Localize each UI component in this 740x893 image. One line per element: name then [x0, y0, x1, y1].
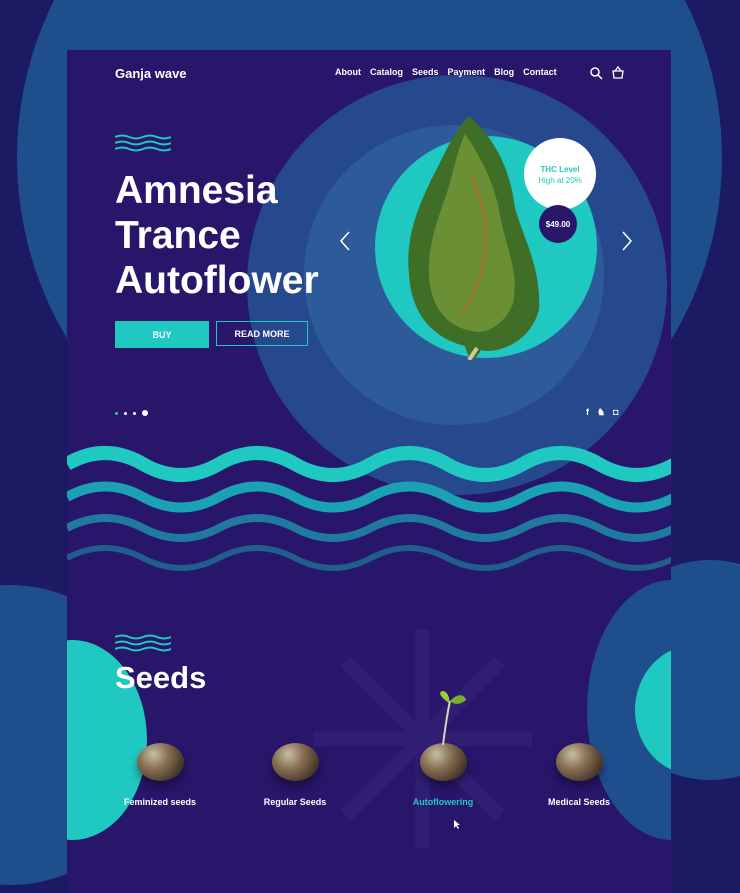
slide-dot-4[interactable]: [142, 410, 148, 416]
seed-image: [419, 743, 467, 781]
landing-page-card: ✳ ✳ THC Level High at 20% $49.00 Ganja w…: [67, 50, 671, 893]
buy-button[interactable]: BUY: [115, 321, 209, 348]
seeds-wave-icon: [115, 634, 171, 652]
wave-icon: [115, 134, 171, 152]
nav-blog[interactable]: Blog: [494, 67, 514, 77]
nav-payment[interactable]: Payment: [448, 67, 486, 77]
nav-about[interactable]: About: [335, 67, 361, 77]
slider-pagination: [115, 410, 148, 416]
seed-category-medical[interactable]: Medical Seeds: [519, 743, 639, 807]
search-icon[interactable]: [589, 66, 603, 80]
leaf-silhouette-lower: ✳: [297, 570, 549, 893]
seed-image: [136, 743, 184, 781]
main-navigation: About Catalog Seeds Payment Blog Contact: [335, 67, 557, 77]
twitter-icon[interactable]: ♞: [597, 407, 605, 418]
seed-label: Regular Seeds: [263, 797, 327, 807]
slide-dot-2[interactable]: [124, 411, 127, 415]
price-badge: $49.00: [539, 205, 577, 243]
seeds-title: Seeds: [115, 660, 207, 695]
hero-title: Amnesia Trance Autoflower: [115, 169, 319, 302]
thc-level-badge: THC Level High at 20%: [524, 138, 596, 210]
brand-logo[interactable]: Ganja wave: [115, 66, 187, 81]
seed-label: Feminized seeds: [123, 797, 197, 807]
thc-value: High at 20%: [538, 176, 582, 185]
slide-dot-1[interactable]: [115, 411, 118, 415]
seed-image: [271, 743, 319, 781]
next-arrow-icon[interactable]: [621, 231, 633, 251]
thc-title: THC Level: [540, 165, 580, 174]
nav-contact[interactable]: Contact: [523, 67, 557, 77]
nav-seeds[interactable]: Seeds: [412, 67, 439, 77]
slide-dot-3[interactable]: [133, 411, 136, 415]
seed-category-autoflowering[interactable]: Autoflowering: [383, 691, 503, 807]
nav-catalog[interactable]: Catalog: [370, 67, 403, 77]
wave-divider: [67, 446, 671, 571]
seed-category-regular[interactable]: Regular Seeds: [235, 743, 355, 807]
facebook-icon[interactable]: f: [586, 407, 589, 418]
seed-category-feminized[interactable]: Feminized seeds: [100, 743, 220, 807]
seed-image: [555, 743, 603, 781]
sprout-icon: [440, 691, 466, 746]
social-links: f ♞ ◘: [586, 407, 619, 418]
read-more-button[interactable]: READ MORE: [216, 321, 308, 346]
seed-label: Medical Seeds: [547, 797, 611, 807]
instagram-icon[interactable]: ◘: [613, 407, 618, 418]
basket-icon[interactable]: [611, 66, 625, 80]
seed-label-active: Autoflowering: [412, 797, 474, 807]
cursor-icon: [454, 820, 460, 829]
